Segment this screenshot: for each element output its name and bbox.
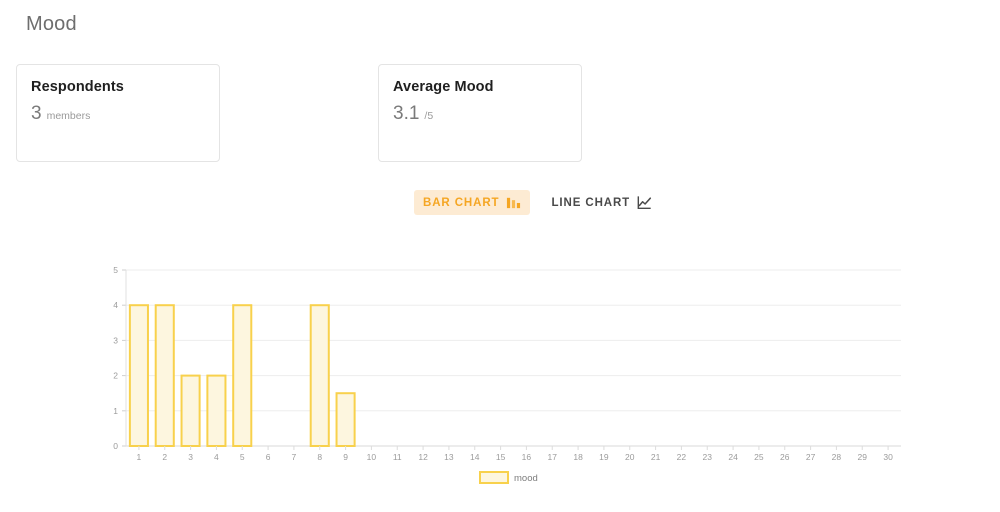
x-axis-label: 27 (806, 452, 816, 462)
stat-card-average-mood: Average Mood 3.1 /5 (378, 64, 582, 162)
stat-card-respondents: Respondents 3 members (16, 64, 220, 162)
x-axis-label: 1 (137, 452, 142, 462)
tab-line-chart[interactable]: LINE CHART (542, 190, 661, 215)
chart-bar[interactable] (232, 304, 253, 448)
x-axis-label: 17 (548, 452, 558, 462)
legend-swatch[interactable] (479, 471, 509, 484)
x-axis-label: 5 (240, 452, 245, 462)
x-axis-label: 4 (214, 452, 219, 462)
stat-card-value: 3.1 (393, 103, 420, 124)
y-axis-label: 1 (113, 406, 118, 416)
stat-card-value-row: 3.1 /5 (393, 103, 567, 125)
chart-bar[interactable] (180, 374, 201, 447)
y-axis-label: 3 (113, 335, 118, 345)
x-axis-label: 22 (677, 452, 687, 462)
y-axis-label: 2 (113, 371, 118, 381)
x-axis-label: 8 (317, 452, 322, 462)
mood-chart: 0 1 2 3 4 5 1 2 3 4 5 6 7 8 9 10 11 12 13 14 15 16 17 18 19 20 21 2… (0, 255, 1000, 505)
tab-bar-chart[interactable]: BAR CHART (414, 190, 531, 215)
x-axis-label: 29 (858, 452, 868, 462)
chart-bar[interactable] (309, 304, 330, 448)
y-axis-label: 5 (113, 265, 118, 275)
y-axis-label: 0 (113, 441, 118, 451)
x-axis-label: 14 (470, 452, 480, 462)
x-axis-label: 16 (522, 452, 532, 462)
x-axis-label: 23 (703, 452, 713, 462)
bar-chart-icon (506, 195, 521, 210)
x-axis-label: 21 (651, 452, 661, 462)
chart-bar[interactable] (206, 374, 227, 447)
stat-cards: Respondents 3 members Average Mood 3.1 /… (16, 64, 582, 162)
x-axis-label: 3 (188, 452, 193, 462)
tab-line-chart-label: LINE CHART (551, 196, 631, 209)
chart-type-toggle: BAR CHART LINE CHART (414, 190, 661, 215)
x-axis-label: 15 (496, 452, 506, 462)
x-axis-label: 30 (883, 452, 893, 462)
stat-card-value: 3 (31, 103, 42, 124)
x-axis-label: 7 (292, 452, 297, 462)
x-axis-label: 9 (343, 452, 348, 462)
stat-card-value-row: 3 members (31, 103, 205, 125)
x-axis-label: 28 (832, 452, 842, 462)
x-axis-label: 12 (418, 452, 428, 462)
line-chart-icon (637, 195, 652, 210)
x-axis-label: 6 (266, 452, 271, 462)
stat-card-title: Average Mood (393, 79, 494, 95)
y-axis-label: 4 (113, 300, 118, 310)
x-axis-label: 20 (625, 452, 635, 462)
x-axis-label: 24 (728, 452, 738, 462)
chart-bar[interactable] (154, 304, 175, 448)
x-axis-label: 19 (599, 452, 609, 462)
x-axis-label: 13 (444, 452, 454, 462)
legend-label: mood (514, 473, 538, 484)
x-axis-label: 10 (367, 452, 377, 462)
chart-canvas: 0123451 2 3 4 5 6 7 8 9 10 11 12 13 14 15 16 17 18 19 20 21 2… (113, 265, 901, 484)
stat-card-title: Respondents (31, 79, 124, 95)
page-title: Mood (26, 13, 77, 35)
x-axis-label: 2 (162, 452, 167, 462)
x-axis-label: 11 (393, 452, 402, 462)
chart-bar[interactable] (335, 392, 356, 447)
tab-bar-chart-label: BAR CHART (423, 196, 500, 209)
x-axis-label: 25 (754, 452, 764, 462)
x-axis-label: 18 (573, 452, 583, 462)
stat-card-unit: members (46, 110, 91, 122)
chart-bar[interactable] (128, 304, 149, 448)
x-axis-label: 26 (780, 452, 790, 462)
stat-card-unit: /5 (424, 110, 434, 122)
